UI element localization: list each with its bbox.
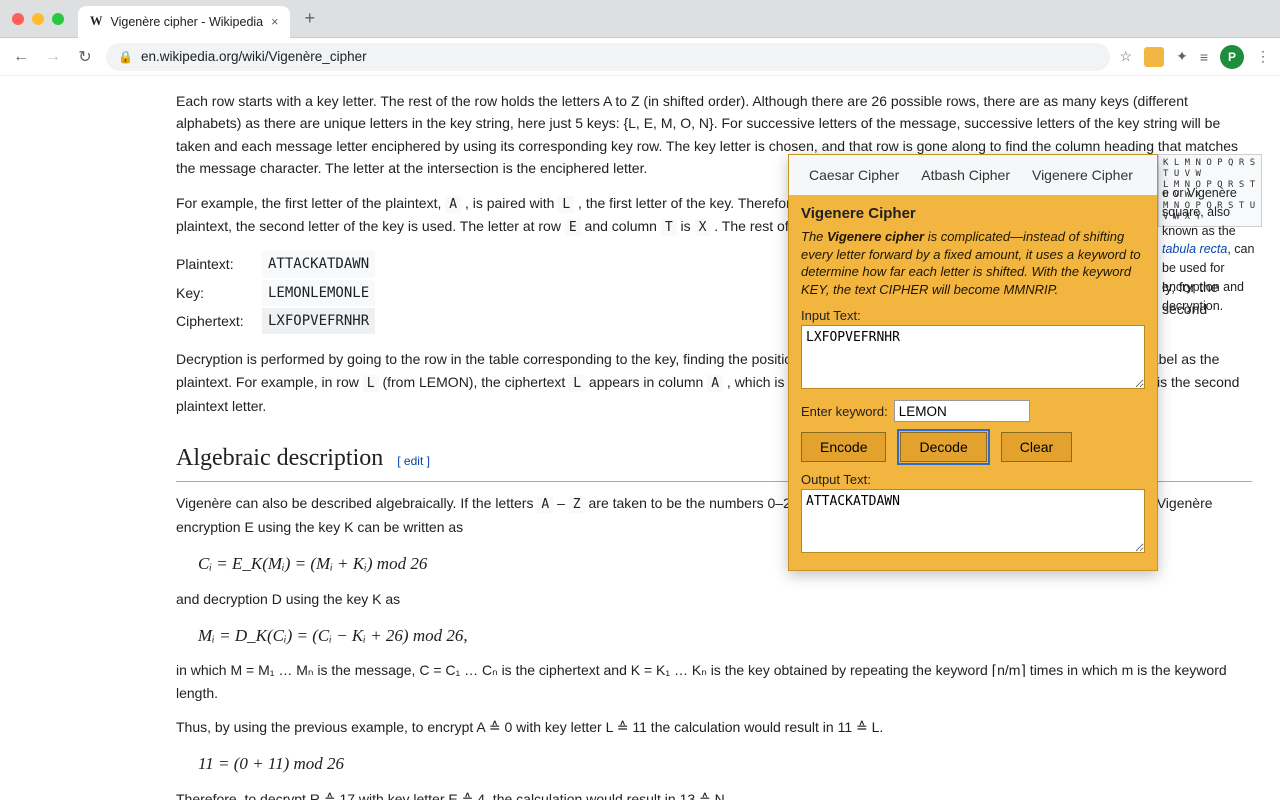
ciphertext-label: Ciphertext: <box>176 310 262 332</box>
paragraph: Therefore, to decrypt R ≙ 17 with key le… <box>176 788 1252 800</box>
equation: Mᵢ = D_K(Cᵢ) = (Cᵢ − Kᵢ + 26) mod 26, <box>198 622 1252 649</box>
lock-icon: 🔒 <box>118 50 133 64</box>
cipher-extension-popup: Caesar Cipher Atbash Cipher Vigenere Cip… <box>788 154 1158 571</box>
encode-button[interactable]: Encode <box>801 432 886 462</box>
input-textarea[interactable] <box>801 325 1145 389</box>
output-text-label: Output Text: <box>801 472 1145 487</box>
minimize-window-icon[interactable] <box>32 13 44 25</box>
popup-title: Vigenere Cipher <box>801 205 1145 222</box>
back-button[interactable]: ← <box>10 48 32 66</box>
browser-titlebar: W Vigenère cipher - Wikipedia × + <box>0 0 1280 38</box>
browser-toolbar: ← → ↻ 🔒 en.wikipedia.org/wiki/Vigenère_c… <box>0 38 1280 76</box>
plaintext-label: Plaintext: <box>176 253 262 275</box>
tab-caesar[interactable]: Caesar Cipher <box>809 167 899 183</box>
browser-tab[interactable]: W Vigenère cipher - Wikipedia × <box>78 6 290 38</box>
url-text: en.wikipedia.org/wiki/Vigenère_cipher <box>141 49 367 64</box>
keyword-input[interactable] <box>894 400 1030 422</box>
profile-avatar[interactable]: P <box>1220 45 1244 69</box>
favicon-icon: W <box>90 14 103 29</box>
address-bar[interactable]: 🔒 en.wikipedia.org/wiki/Vigenère_cipher <box>106 43 1110 71</box>
reading-list-icon[interactable]: ≡ <box>1200 49 1208 65</box>
ciphertext-value: LXFOPVEFRNHR <box>262 308 375 334</box>
paragraph: and decryption D using the key K as <box>176 588 1252 610</box>
decode-button[interactable]: Decode <box>900 432 986 462</box>
extension-icon[interactable] <box>1144 47 1164 67</box>
reload-button[interactable]: ↻ <box>74 47 96 67</box>
bookmark-star-icon[interactable]: ☆ <box>1120 48 1133 65</box>
equation: 11 = (0 + 11) mod 26 <box>198 750 1252 777</box>
output-textarea[interactable] <box>801 489 1145 553</box>
tab-title: Vigenère cipher - Wikipedia <box>111 15 264 29</box>
key-label: Key: <box>176 282 262 304</box>
forward-button[interactable]: → <box>42 48 64 66</box>
keyword-label: Enter keyword: <box>801 404 888 419</box>
window-controls <box>12 13 64 25</box>
tab-vigenere[interactable]: Vigenere Cipher <box>1032 167 1133 183</box>
new-tab-button[interactable]: + <box>298 8 321 29</box>
key-value: LEMONLEMONLE <box>262 280 375 306</box>
tabula-recta-link[interactable]: tabula recta <box>1162 242 1227 256</box>
page-viewport: K L M N O P Q R S T U V W L M N O P Q R … <box>0 76 1280 800</box>
clear-button[interactable]: Clear <box>1001 432 1072 462</box>
tab-atbash[interactable]: Atbash Cipher <box>921 167 1010 183</box>
cutoff-text: ly, for the second <box>1162 276 1262 321</box>
browser-menu-icon[interactable]: ⋮ <box>1256 48 1270 65</box>
maximize-window-icon[interactable] <box>52 13 64 25</box>
input-text-label: Input Text: <box>801 308 1145 323</box>
extensions-puzzle-icon[interactable]: ✦ <box>1176 48 1188 65</box>
edit-section-link[interactable]: [ edit ] <box>397 454 430 468</box>
plaintext-value: ATTACKATDAWN <box>262 251 375 277</box>
paragraph: in which M = M₁ … Mₙ is the message, C =… <box>176 659 1252 704</box>
popup-description: The Vigenere cipher is complicated—inste… <box>801 228 1145 298</box>
close-window-icon[interactable] <box>12 13 24 25</box>
cipher-tabs: Caesar Cipher Atbash Cipher Vigenere Cip… <box>789 155 1157 195</box>
paragraph: Thus, by using the previous example, to … <box>176 716 1252 738</box>
close-tab-icon[interactable]: × <box>271 15 278 29</box>
